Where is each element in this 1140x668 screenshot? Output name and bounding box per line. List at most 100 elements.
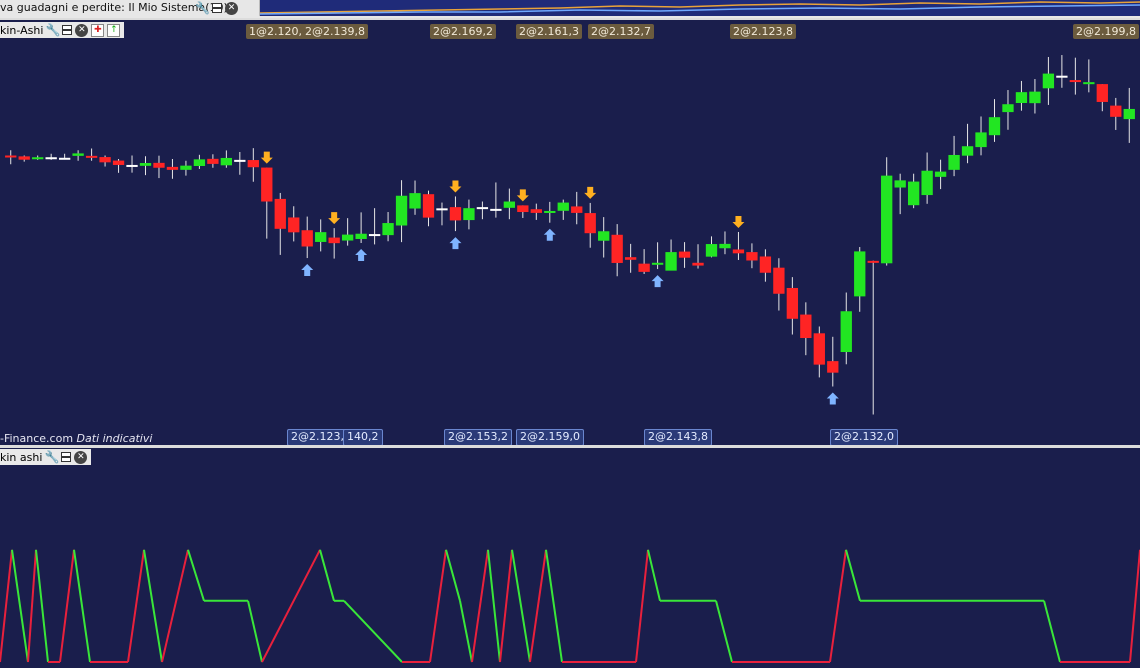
candle-body <box>759 256 772 273</box>
candle-body <box>112 160 125 165</box>
candle-body <box>368 234 381 237</box>
indicator-segment <box>845 549 861 602</box>
indicator-segment <box>11 549 29 663</box>
buy-tag[interactable]: 140,2 <box>343 429 383 446</box>
candle-body <box>611 234 623 263</box>
candle-body <box>921 170 933 196</box>
indicator-segment <box>261 549 321 663</box>
indicator-segment <box>143 549 163 663</box>
indicator-segment <box>0 549 13 663</box>
buy-tag[interactable]: 2@2.132,0 <box>830 429 898 446</box>
indicator-segment <box>27 549 37 663</box>
buy-tag[interactable]: 2@2.143,8 <box>644 429 712 446</box>
indicator-segment <box>647 549 661 602</box>
candlestick-chart[interactable] <box>0 0 1140 668</box>
candle-body <box>166 166 179 170</box>
indicator-segment <box>59 549 75 663</box>
candle-body <box>207 158 219 164</box>
candle-body <box>827 361 839 373</box>
candle-body <box>517 205 529 213</box>
buy-tag[interactable]: 2@2.153,2 <box>444 429 512 446</box>
candle-body <box>840 311 852 353</box>
indicator-segment <box>161 549 189 663</box>
buy-tag[interactable]: 2@2.159,0 <box>516 429 584 446</box>
indicator-segment <box>511 549 531 663</box>
sell-arrow-icon <box>584 186 597 199</box>
candle-body <box>746 252 758 261</box>
candle-body <box>139 163 152 166</box>
candle-body <box>503 201 516 208</box>
candle-body <box>786 287 799 319</box>
candle-body <box>881 175 893 264</box>
sell-tag[interactable]: 2@2.199,8 <box>1073 24 1139 39</box>
indicator-segment <box>459 600 473 663</box>
candle-body <box>315 232 327 242</box>
sell-tag[interactable]: 2@2.123,8 <box>730 24 796 39</box>
candle-body <box>800 314 812 339</box>
candle-body <box>1042 73 1055 89</box>
indicator-segment <box>319 549 335 602</box>
candle-body <box>854 251 866 297</box>
sell-tag[interactable]: 2@2.132,7 <box>588 24 654 39</box>
candle-body <box>867 260 879 263</box>
candle-body <box>274 198 286 229</box>
buy-order-icon[interactable]: ↑ <box>107 23 121 37</box>
indicator-segment <box>499 549 513 663</box>
indicator-segment <box>545 549 563 663</box>
close-icon[interactable]: ✕ <box>74 450 88 464</box>
indicator-segment <box>429 549 447 663</box>
candle-body <box>45 157 57 160</box>
buy-arrow-icon <box>355 249 368 261</box>
wrench-icon[interactable]: 🔧 <box>45 24 60 37</box>
candle-body <box>1029 91 1041 104</box>
indicator-segment <box>1129 549 1140 663</box>
candle-body <box>988 117 1001 136</box>
indicator-segment <box>471 549 489 663</box>
candle-body <box>544 210 556 213</box>
candle-body <box>422 194 435 218</box>
close-icon[interactable]: ✕ <box>75 23 89 37</box>
candle-body <box>557 202 569 211</box>
candle-body <box>1083 82 1095 85</box>
candle-body <box>1056 75 1068 78</box>
indicator-segment <box>35 549 49 663</box>
indicator-segment <box>247 600 263 663</box>
candle-body <box>705 244 718 257</box>
candle-body <box>490 208 502 211</box>
candle-body <box>530 209 542 213</box>
buy-arrow-icon <box>826 392 839 405</box>
wrench-icon[interactable]: 🔧 <box>44 451 59 464</box>
candle-body <box>1110 105 1122 117</box>
window-icon[interactable] <box>62 25 73 35</box>
candle-body <box>1015 92 1028 103</box>
sell-tag[interactable]: 2@2.169,2 <box>430 24 496 39</box>
candle-body <box>409 193 421 209</box>
sell-tag[interactable]: 2@2.161,3 <box>516 24 582 39</box>
buy-arrow-icon <box>651 275 664 288</box>
buy-arrow-icon <box>301 264 314 277</box>
candle-body <box>180 165 192 170</box>
candle-body <box>678 251 691 258</box>
candle-body <box>355 233 367 239</box>
candle-body <box>220 157 233 166</box>
candle-body <box>247 160 259 168</box>
candle-body <box>18 156 30 160</box>
candle-body <box>975 132 987 148</box>
candle-body <box>948 154 960 170</box>
buy-arrow-icon <box>449 237 462 250</box>
candle-body <box>571 206 583 213</box>
candle-body <box>193 159 206 166</box>
watermark: -Finance.com Dati indicativi <box>0 432 152 445</box>
candle-body <box>341 234 354 241</box>
candle-body <box>1123 108 1135 120</box>
candle-body <box>732 249 745 254</box>
candle-body <box>449 207 462 221</box>
window-icon[interactable] <box>61 452 72 462</box>
indicator-segment <box>445 549 461 602</box>
sell-tag[interactable]: 2@2.139,8 <box>302 24 368 39</box>
candle-body <box>1069 80 1082 83</box>
watermark-note: Dati indicativi <box>76 432 153 445</box>
candle-body <box>1096 84 1108 102</box>
sell-order-icon[interactable]: ✚ <box>91 23 105 37</box>
candle-body <box>692 262 704 266</box>
